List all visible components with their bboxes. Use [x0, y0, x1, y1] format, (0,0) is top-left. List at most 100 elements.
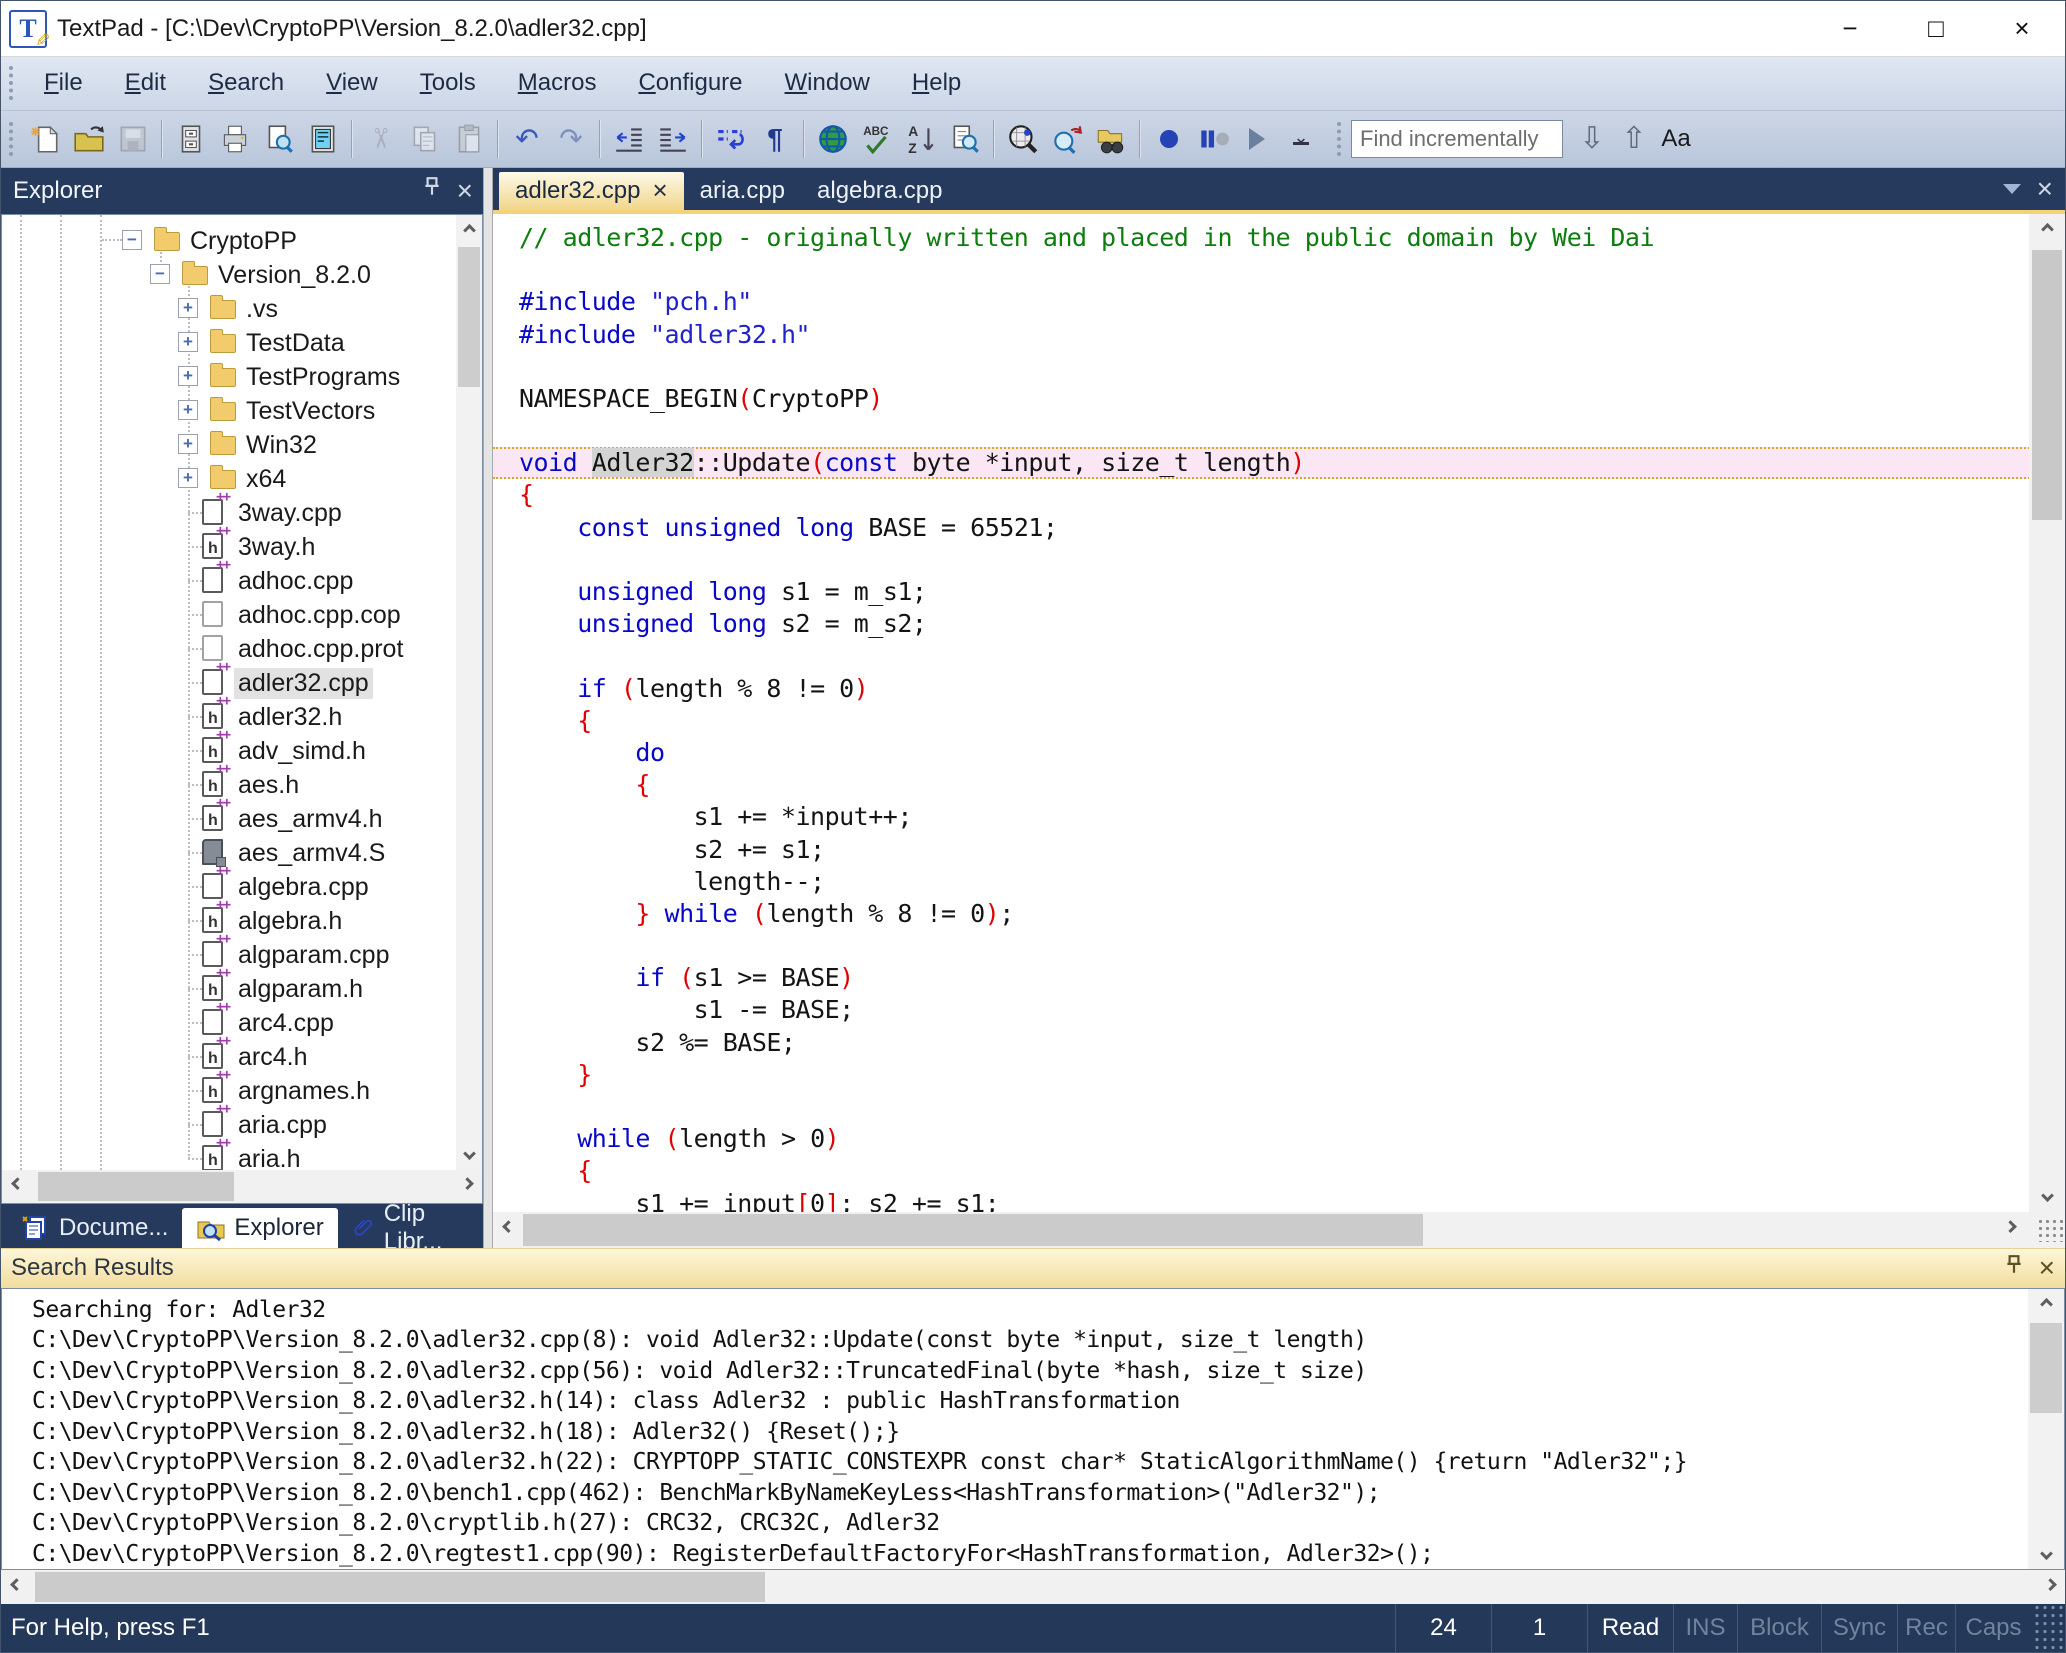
- web-browser-button[interactable]: [811, 117, 855, 161]
- tree-item-TestVectors[interactable]: + TestVectors: [2, 393, 452, 427]
- tree-item-TestPrograms[interactable]: + TestPrograms: [2, 359, 452, 393]
- expand-icon[interactable]: +: [178, 365, 198, 386]
- editor-vertical-scrollbar[interactable]: [2029, 213, 2065, 1212]
- explorer-horizontal-scrollbar[interactable]: [1, 1169, 483, 1204]
- search-replace-button[interactable]: [1045, 117, 1089, 161]
- scroll-down-arrow[interactable]: [456, 1144, 482, 1170]
- tab-adler32.cpp[interactable]: adler32.cpp ×: [499, 171, 684, 210]
- scroll-right-arrow[interactable]: [1995, 1212, 2025, 1248]
- tree-item-adhoc.cpp.cop[interactable]: adhoc.cpp.cop: [2, 597, 452, 631]
- scrollbar-thumb[interactable]: [2032, 249, 2062, 520]
- findbar-grip[interactable]: [1337, 121, 1341, 156]
- play-macro-button[interactable]: [1235, 117, 1279, 161]
- search-result-line[interactable]: C:\Dev\CryptoPP\Version_8.2.0\adler32.cp…: [2, 1356, 2028, 1387]
- search-result-line[interactable]: C:\Dev\CryptoPP\Version_8.2.0\bench1.cpp…: [2, 1478, 2028, 1509]
- pin-icon[interactable]: [2003, 1254, 2025, 1283]
- find-in-files-button[interactable]: [943, 117, 987, 161]
- copy-button[interactable]: [403, 117, 447, 161]
- search-result-line[interactable]: C:\Dev\CryptoPP\Version_8.2.0\adler32.h(…: [2, 1386, 2028, 1417]
- panel-tab-explorer[interactable]: Explorer: [182, 1207, 338, 1248]
- show-formatting-marks-button[interactable]: ¶: [753, 117, 797, 161]
- resize-grip-icon[interactable]: [2037, 1217, 2063, 1242]
- expand-icon[interactable]: +: [178, 433, 198, 454]
- explorer-vertical-scrollbar[interactable]: [456, 214, 482, 1170]
- expand-icon[interactable]: +: [178, 331, 198, 352]
- search-result-line[interactable]: C:\Dev\CryptoPP\Version_8.2.0\cryptlib.h…: [2, 1508, 2028, 1539]
- print-button[interactable]: [213, 117, 257, 161]
- tab-algebra.cpp[interactable]: algebra.cpp: [801, 172, 958, 210]
- find-next-button[interactable]: ⇩: [1571, 118, 1613, 160]
- scrollbar-thumb[interactable]: [38, 1171, 234, 1201]
- expand-icon[interactable]: +: [178, 297, 198, 318]
- collapse-icon[interactable]: −: [122, 229, 142, 250]
- pin-icon[interactable]: [421, 176, 443, 205]
- scrollbar-thumb[interactable]: [2030, 1322, 2062, 1413]
- close-document-icon[interactable]: ×: [2037, 174, 2053, 202]
- scrollbar-thumb[interactable]: [35, 1572, 765, 1603]
- scroll-down-arrow[interactable]: [2028, 1543, 2064, 1569]
- search-result-line[interactable]: C:\Dev\CryptoPP\Version_8.2.0\regtest1.c…: [2, 1539, 2028, 1570]
- minimize-button[interactable]: −: [1807, 1, 1893, 57]
- tree-item-aria.h[interactable]: aria.h: [2, 1136, 452, 1170]
- search-vertical-scrollbar[interactable]: [2028, 1288, 2064, 1570]
- find-previous-button[interactable]: ⇧: [1613, 118, 1655, 160]
- menu-window[interactable]: Window: [764, 69, 891, 97]
- toolbar-grip[interactable]: [9, 121, 13, 156]
- tab-list-dropdown-icon[interactable]: [2002, 183, 2021, 194]
- scroll-left-arrow[interactable]: [1, 1570, 31, 1604]
- tree-item-Version_8.2.0[interactable]: − Version_8.2.0: [2, 257, 452, 291]
- view-search-button[interactable]: [1001, 117, 1045, 161]
- tree-item-.vs[interactable]: + .vs: [2, 291, 452, 325]
- pane-splitter[interactable]: [483, 167, 493, 1248]
- redo-button[interactable]: ↷: [549, 117, 593, 161]
- tree-item-aes_armv4.h[interactable]: aes_armv4.h: [2, 796, 452, 835]
- scroll-up-arrow[interactable]: [2029, 214, 2065, 240]
- record-macro-button[interactable]: [1147, 117, 1191, 161]
- search-results-close-icon[interactable]: ×: [2039, 1254, 2055, 1282]
- menu-search[interactable]: Search: [187, 69, 305, 97]
- menubar-grip[interactable]: [9, 66, 13, 101]
- search-horizontal-scrollbar[interactable]: [1, 1570, 2065, 1605]
- save-file-button[interactable]: [111, 117, 155, 161]
- code-editor[interactable]: // adler32.cpp - originally written and …: [493, 213, 2065, 1212]
- menu-macros[interactable]: Macros: [497, 69, 618, 97]
- menu-view[interactable]: View: [305, 69, 399, 97]
- pause-macro-button[interactable]: [1191, 117, 1235, 161]
- file-tree[interactable]: − CryptoPP − Version_8.2.0 + .vs + TestData + Tes…: [1, 213, 483, 1170]
- tree-item-Win32[interactable]: + Win32: [2, 427, 452, 461]
- tree-item-CryptoPP[interactable]: − CryptoPP: [2, 223, 452, 257]
- maximize-button[interactable]: □: [1893, 1, 1979, 57]
- expand-icon[interactable]: +: [178, 399, 198, 420]
- undo-button[interactable]: ↶: [505, 117, 549, 161]
- print-preview-button[interactable]: [257, 117, 301, 161]
- search-result-line[interactable]: C:\Dev\CryptoPP\Version_8.2.0\adler32.h(…: [2, 1417, 2028, 1448]
- close-button[interactable]: ×: [1979, 1, 2065, 57]
- menu-tools[interactable]: Tools: [399, 69, 497, 97]
- tab-aria.cpp[interactable]: aria.cpp: [684, 172, 801, 210]
- menu-help[interactable]: Help: [891, 69, 982, 97]
- menu-file[interactable]: File: [23, 69, 104, 97]
- view-document-button[interactable]: [301, 117, 345, 161]
- new-document-button[interactable]: [23, 117, 67, 161]
- search-results-content[interactable]: Searching for: Adler32 C:\Dev\CryptoPP\Ve…: [1, 1287, 2065, 1571]
- search-result-line[interactable]: C:\Dev\CryptoPP\Version_8.2.0\adler32.h(…: [2, 1447, 2028, 1478]
- word-wrap-button[interactable]: [709, 117, 753, 161]
- resize-grip-icon[interactable]: [2031, 1604, 2065, 1652]
- scrollbar-thumb[interactable]: [523, 1213, 1423, 1246]
- collapse-icon[interactable]: −: [150, 263, 170, 284]
- scroll-down-arrow[interactable]: [2029, 1186, 2065, 1212]
- tree-item-adhoc.cpp[interactable]: adhoc.cpp: [2, 558, 452, 597]
- menu-configure[interactable]: Configure: [617, 69, 763, 97]
- tab-close-icon[interactable]: ×: [652, 175, 667, 206]
- search-in-files-button[interactable]: [1089, 117, 1133, 161]
- cut-button[interactable]: ✂: [359, 117, 403, 161]
- explorer-close-icon[interactable]: ×: [457, 176, 473, 204]
- scroll-right-arrow[interactable]: [452, 1170, 482, 1203]
- scrollbar-thumb[interactable]: [458, 246, 480, 387]
- incremental-find-input[interactable]: [1351, 119, 1563, 158]
- expand-icon[interactable]: +: [178, 467, 198, 488]
- menu-edit[interactable]: Edit: [104, 69, 187, 97]
- match-case-button[interactable]: Aa: [1655, 118, 1697, 160]
- scroll-right-arrow[interactable]: [2035, 1570, 2065, 1604]
- panel-tab-documents[interactable]: Docume...: [7, 1208, 182, 1248]
